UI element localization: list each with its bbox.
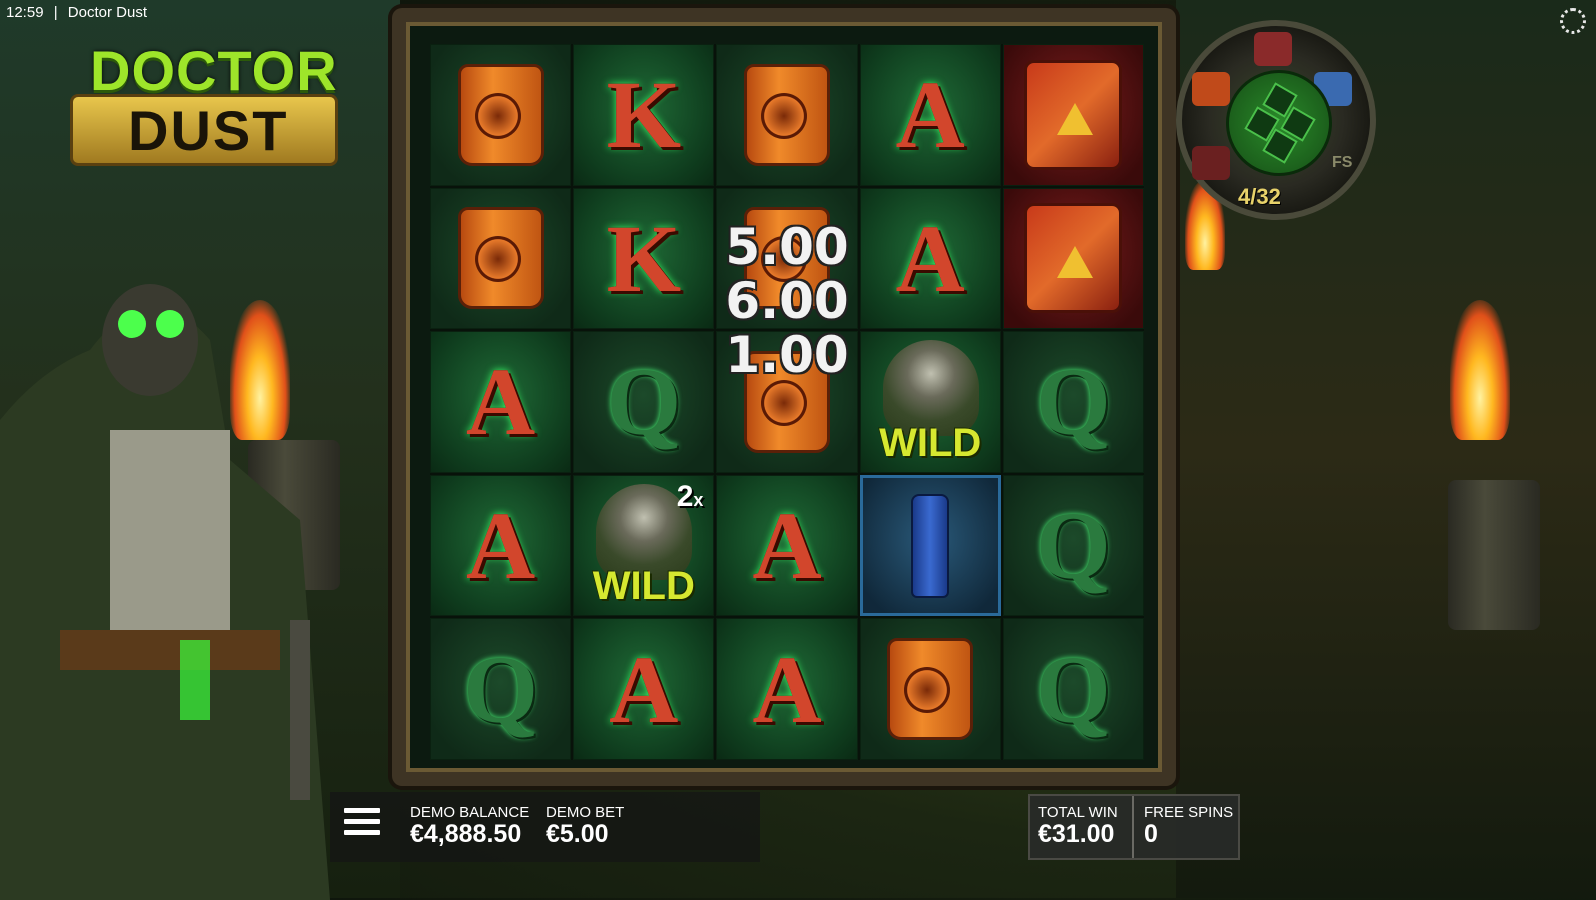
- symbol-letter: Q: [1036, 348, 1111, 456]
- status-separator: |: [53, 4, 58, 21]
- reel-cell: WILD 2x: [573, 474, 715, 617]
- symbol-letter: A: [895, 61, 965, 169]
- meter-core: [1226, 70, 1332, 176]
- win-value: 1.00: [725, 326, 849, 384]
- poison-bottle-icon: [911, 493, 950, 598]
- win-panel-divider: [1132, 796, 1134, 858]
- reel-cell: A: [859, 44, 1001, 186]
- meter-slot-fire-icon: [1192, 72, 1230, 106]
- symbol-letter: Q: [1036, 635, 1111, 743]
- reel-cell: [859, 618, 1001, 760]
- bean-can-icon: [457, 63, 544, 166]
- symbol-letter: A: [609, 635, 679, 743]
- settings-gear-icon[interactable]: [1560, 8, 1586, 34]
- jerry-can-icon: [1024, 203, 1123, 314]
- doctor-dust-character-icon: [0, 284, 330, 900]
- reel-cell: A: [859, 187, 1001, 330]
- symbol-letter: Q: [606, 348, 682, 456]
- symbol-letter: Q: [463, 635, 538, 743]
- jerry-can-icon: [1024, 59, 1123, 170]
- balance-label: DEMO BALANCE: [410, 804, 530, 821]
- reel-cell: Q: [573, 331, 715, 473]
- status-bar: 12:59 | Doctor Dust: [6, 4, 153, 21]
- reel-cell: A: [716, 618, 858, 760]
- wild-multiplier: 2x: [677, 480, 704, 514]
- reel-cell: Q: [1002, 331, 1144, 473]
- reel-cell: WILD: [859, 331, 1001, 473]
- reel-cell: A: [716, 474, 858, 617]
- symbol-letter: K: [606, 61, 682, 169]
- meter-slot-biohazard-icon: [1192, 146, 1230, 180]
- free-spins-label: FREE SPINS: [1144, 804, 1234, 821]
- total-win-value: €31.00: [1038, 820, 1115, 848]
- bet-value[interactable]: €5.00: [546, 820, 609, 849]
- bean-can-icon: [457, 207, 544, 310]
- wild-label: WILD: [592, 564, 695, 609]
- symbol-letter: Q: [1036, 492, 1111, 600]
- win-value-stack: 5.00 6.00 1.00: [712, 220, 862, 382]
- reel-cell: K: [573, 44, 715, 186]
- total-win-label: TOTAL WIN: [1038, 804, 1118, 821]
- reel-cell: Q: [1002, 474, 1144, 617]
- win-value: 5.00: [725, 218, 849, 276]
- wild-label: WILD: [879, 420, 982, 465]
- win-value: 6.00: [725, 272, 849, 330]
- multiplier-sign: x: [693, 489, 704, 510]
- barrel-right-icon: [1448, 480, 1540, 630]
- reel-cell: A: [573, 618, 715, 760]
- reel-cell: [430, 44, 572, 186]
- reel-cell: [1002, 187, 1144, 330]
- balance-value: €4,888.50: [410, 820, 522, 848]
- reel-cell: [1002, 44, 1144, 186]
- status-time: 12:59: [6, 4, 44, 21]
- reel-cell: Q: [430, 618, 572, 760]
- reel-grid: K A K A A Q WILD Q A WILD 2x A Q Q A A Q: [430, 44, 1144, 760]
- meter-slot-top-icon: [1254, 32, 1292, 66]
- reel-cell: Q: [1002, 618, 1144, 760]
- symbol-letter: K: [606, 204, 682, 312]
- hamburger-menu-icon[interactable]: [344, 808, 380, 840]
- meter-fs-label: FS: [1332, 154, 1353, 171]
- symbol-letter: A: [752, 492, 822, 600]
- multiplier-value: 2: [676, 479, 694, 513]
- symbol-letter: A: [895, 204, 965, 312]
- logo-line2: DUST: [128, 99, 289, 162]
- meter-progress: 4/32: [1238, 184, 1281, 209]
- reel-cell: K: [573, 187, 715, 330]
- game-logo: DOCTOR DUST: [70, 38, 338, 168]
- reel-cell: [716, 44, 858, 186]
- reel-cell: A: [430, 331, 572, 473]
- bet-label: DEMO BET: [546, 804, 625, 821]
- symbol-letter: A: [465, 348, 536, 456]
- symbol-letter: A: [752, 635, 822, 743]
- logo-line1: DOCTOR: [90, 39, 338, 102]
- reel-cell: [430, 187, 572, 330]
- bean-can-icon: [887, 638, 974, 741]
- reel-cell: [859, 474, 1001, 617]
- symbol-letter: A: [465, 492, 536, 600]
- game-title: Doctor Dust: [67, 4, 147, 21]
- free-spins-meter: FS 4/32: [1176, 20, 1376, 220]
- bottom-bar: [330, 792, 760, 862]
- fire-right-icon: [1450, 300, 1510, 440]
- reel-cell: A: [430, 474, 572, 617]
- free-spins-value: 0: [1144, 820, 1158, 848]
- bean-can-icon: [743, 63, 830, 166]
